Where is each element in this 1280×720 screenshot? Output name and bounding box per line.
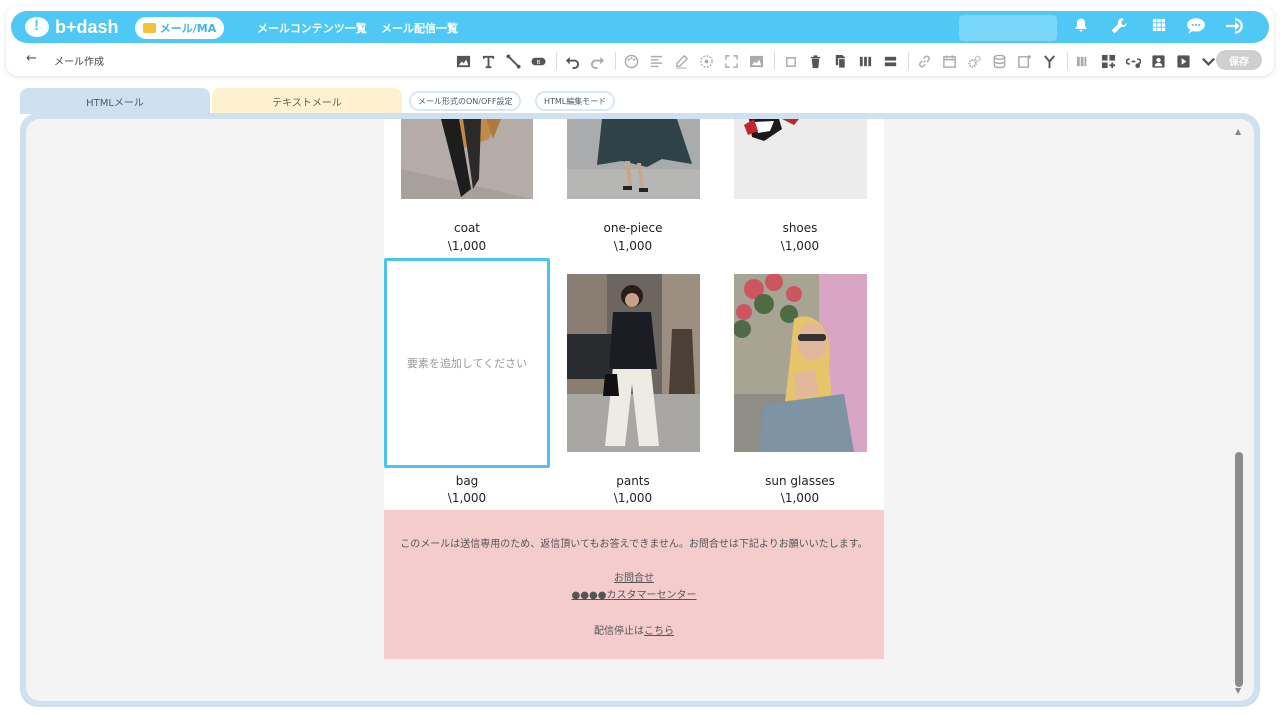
logo-text: b+dash: [55, 16, 119, 37]
expand-icon[interactable]: [720, 50, 742, 72]
footer-unsubscribe-prefix: 配信停止は: [594, 626, 644, 637]
product-price-shoes: \1,000: [780, 239, 820, 253]
image-settings-icon[interactable]: [745, 50, 767, 72]
link-icon[interactable]: [913, 50, 935, 72]
tab-text-mail[interactable]: テキストメール: [212, 88, 402, 114]
bell-icon[interactable]: [1071, 17, 1091, 37]
scroll-up-icon[interactable]: ▲: [1235, 127, 1241, 136]
page-title: メール作成: [54, 57, 104, 68]
duplicate-icon[interactable]: [829, 50, 851, 72]
columns-icon[interactable]: [854, 50, 876, 72]
rows-icon[interactable]: [879, 50, 901, 72]
calendar-icon[interactable]: [938, 50, 960, 72]
product-photo-coat[interactable]: [401, 119, 533, 199]
save-button[interactable]: 保存: [1216, 50, 1262, 70]
html-edit-mode-button[interactable]: HTML編集モード: [535, 91, 616, 111]
account-info[interactable]: [959, 15, 1057, 41]
product-name-coat: coat: [454, 221, 480, 235]
nav-mail-content-list[interactable]: メールコンテンツ一覧: [257, 20, 367, 36]
insert-text-icon[interactable]: [477, 50, 499, 72]
link-settings-icon[interactable]: [1122, 50, 1144, 72]
target-icon[interactable]: [695, 50, 717, 72]
help-chat-icon[interactable]: [1186, 17, 1206, 37]
redo-icon[interactable]: [586, 50, 608, 72]
wrench-icon[interactable]: [1109, 17, 1129, 37]
toolbar-separator: [774, 52, 775, 70]
editor-toolbar: B: [452, 50, 1222, 72]
nav-mail-delivery-list[interactable]: メール配信一覧: [381, 20, 458, 36]
footer-unsubscribe-link[interactable]: こちら: [644, 626, 674, 637]
undo-icon[interactable]: [561, 50, 583, 72]
mode-switch-pill[interactable]: メール/MA: [135, 17, 224, 39]
svg-text:B: B: [536, 59, 540, 65]
trash-icon[interactable]: [804, 50, 826, 72]
product-price-sun-glasses: \1,000: [780, 491, 820, 505]
insert-button-icon[interactable]: B: [527, 50, 549, 72]
back-arrow-icon[interactable]: ←: [26, 51, 37, 66]
scrollbar-thumb[interactable]: [1235, 452, 1243, 687]
footer-contact-link[interactable]: お問合せ: [614, 573, 654, 584]
toolbar-separator: [615, 52, 616, 70]
editor-frame: coat \1,000 one-piece \1,000 shoes \1,00…: [20, 113, 1260, 707]
email-footer[interactable]: このメールは送信専用のため、返信頂いてもお答えできません。お問合せは下記よりお願…: [384, 510, 884, 659]
product-name-sun-glasses: sun glasses: [765, 474, 835, 488]
layout-columns-icon[interactable]: [1072, 50, 1094, 72]
align-icon[interactable]: [645, 50, 667, 72]
toolbar-separator: [556, 52, 557, 70]
logo-bubble-icon: [25, 17, 49, 37]
product-photo-sun-glasses[interactable]: [734, 274, 867, 452]
vertical-scrollbar[interactable]: ▲ ▼: [1234, 127, 1244, 695]
footer-customer-center-link[interactable]: ●●●●カスタマーセンター: [572, 590, 697, 601]
product-price-one-piece: \1,000: [613, 239, 653, 253]
folder-icon: [142, 23, 156, 33]
editor-canvas: coat \1,000 one-piece \1,000 shoes \1,00…: [26, 119, 1254, 701]
product-name-one-piece: one-piece: [603, 221, 663, 235]
product-name-shoes: shoes: [782, 221, 818, 235]
product-name-bag: bag: [455, 474, 479, 488]
product-price-bag: \1,000: [447, 491, 487, 505]
global-nav-bar: b+dash メール/MA メールコンテンツ一覧 メール配信一覧: [11, 11, 1269, 43]
product-photo-one-piece[interactable]: [567, 119, 700, 199]
footer-notice: このメールは送信専用のため、返信頂いてもお答えできません。お問合せは下記よりお願…: [400, 539, 868, 550]
insert-line-icon[interactable]: [502, 50, 524, 72]
product-price-coat: \1,000: [447, 239, 487, 253]
copy-block-icon[interactable]: [779, 50, 801, 72]
pen-icon[interactable]: [670, 50, 692, 72]
editor-sub-bar: ← メール作成 B 保存: [6, 46, 1274, 74]
branch-icon[interactable]: [1038, 50, 1060, 72]
empty-block-drop-zone[interactable]: 要素を追加してください: [384, 258, 550, 468]
database-icon[interactable]: [988, 50, 1010, 72]
add-note-icon[interactable]: [1013, 50, 1035, 72]
product-photo-pants[interactable]: [567, 274, 700, 452]
add-block-icon[interactable]: [1097, 50, 1119, 72]
product-photo-shoes[interactable]: [734, 119, 867, 199]
contact-card-icon[interactable]: [1147, 50, 1169, 72]
gears-icon[interactable]: [963, 50, 985, 72]
tab-html-mail[interactable]: HTMLメール: [20, 88, 210, 114]
email-preview: coat \1,000 one-piece \1,000 shoes \1,00…: [384, 119, 884, 659]
product-price-pants: \1,000: [613, 491, 653, 505]
insert-image-icon[interactable]: [452, 50, 474, 72]
toolbar-separator: [1067, 52, 1068, 70]
product-name-pants: pants: [616, 474, 650, 488]
video-play-icon[interactable]: [1172, 50, 1194, 72]
brand-logo[interactable]: b+dash: [25, 14, 119, 40]
scroll-down-icon[interactable]: ▼: [1235, 686, 1241, 695]
apps-grid-icon[interactable]: [1149, 17, 1169, 37]
format-toggle-button[interactable]: メール形式のON/OFF設定: [409, 91, 522, 111]
logout-icon[interactable]: [1225, 17, 1245, 37]
toolbar-separator: [908, 52, 909, 70]
header-card: b+dash メール/MA メールコンテンツ一覧 メール配信一覧 ← メール作成: [6, 6, 1274, 76]
palette-icon[interactable]: [620, 50, 642, 72]
mode-label: メール/MA: [159, 22, 217, 35]
